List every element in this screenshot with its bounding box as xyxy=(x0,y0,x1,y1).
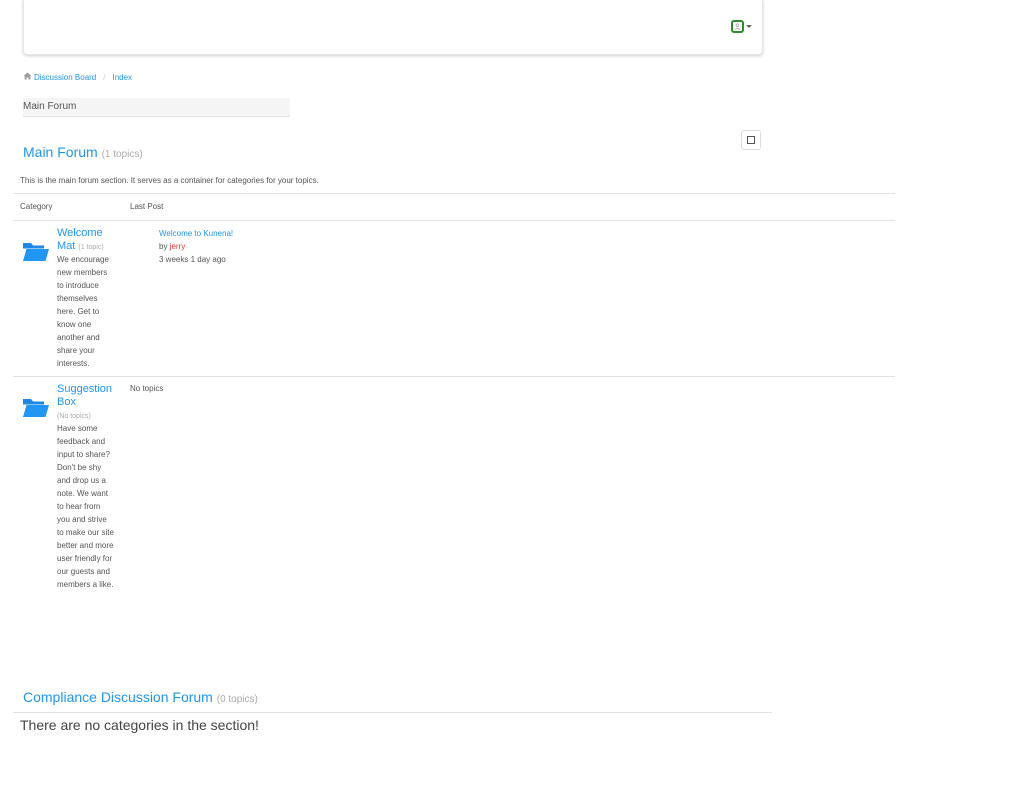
category-link-box[interactable]: Box xyxy=(57,396,76,408)
category-link-mat[interactable]: Mat xyxy=(57,240,75,252)
collapse-section-button[interactable] xyxy=(741,130,761,150)
breadcrumb-index-link[interactable]: Index xyxy=(112,73,132,82)
category-link-suggestion[interactable]: Suggestion xyxy=(57,383,112,395)
home-icon xyxy=(23,72,32,82)
compliance-forum-title-link[interactable]: Compliance Discussion Forum xyxy=(23,689,213,705)
section-tab-main-forum[interactable]: Main Forum xyxy=(23,98,290,117)
last-post-author-link[interactable]: jerry xyxy=(170,242,186,251)
breadcrumb: Discussion Board / Index xyxy=(23,72,132,82)
divider xyxy=(13,220,895,221)
no-topics-label: No topics xyxy=(130,384,164,393)
divider xyxy=(13,376,895,377)
square-icon xyxy=(747,136,755,144)
last-post-title-link[interactable]: Welcome to Kunena! xyxy=(159,229,233,238)
top-navbar xyxy=(23,0,763,55)
user-icon[interactable] xyxy=(731,20,744,33)
folder-open-icon[interactable] xyxy=(22,396,50,418)
last-post-by-label: by xyxy=(159,242,168,251)
category-title-welcome-mat[interactable]: Welcome Mat (1 topic) xyxy=(57,227,121,254)
column-header-category: Category xyxy=(20,202,53,211)
breadcrumb-separator: / xyxy=(103,72,106,82)
main-forum-topic-count: (1 topics) xyxy=(101,149,143,160)
divider xyxy=(13,712,772,713)
column-header-last-post: Last Post xyxy=(130,202,164,211)
category-topic-count: (1 topic) xyxy=(78,244,104,251)
last-post-time: 3 weeks 1 day ago xyxy=(159,255,226,264)
folder-open-icon[interactable] xyxy=(22,240,50,262)
main-forum-title-link[interactable]: Main Forum xyxy=(23,144,98,160)
divider xyxy=(13,193,895,194)
compliance-forum-topic-count: (0 topics) xyxy=(216,694,258,705)
breadcrumb-home-link[interactable]: Discussion Board xyxy=(34,73,96,82)
category-title-suggestion-box[interactable]: Suggestion Box (No topics) xyxy=(57,383,121,423)
category-description: Have some feedback and input to share? D… xyxy=(57,424,114,589)
section-heading-main-forum: Main Forum (1 topics) xyxy=(23,144,143,160)
user-menu-toggle[interactable] xyxy=(731,20,752,33)
category-link-welcome[interactable]: Welcome xyxy=(57,227,103,239)
last-post: Welcome to Kunena! by jerry 3 weeks 1 da… xyxy=(159,227,233,266)
caret-down-icon[interactable] xyxy=(746,25,752,28)
section-heading-compliance-forum: Compliance Discussion Forum (0 topics) xyxy=(23,689,258,705)
category-description: We encourage new members to introduce th… xyxy=(57,255,109,368)
empty-section-message: There are no categories in the section! xyxy=(20,717,259,733)
main-forum-description: This is the main forum section. It serve… xyxy=(20,176,319,185)
